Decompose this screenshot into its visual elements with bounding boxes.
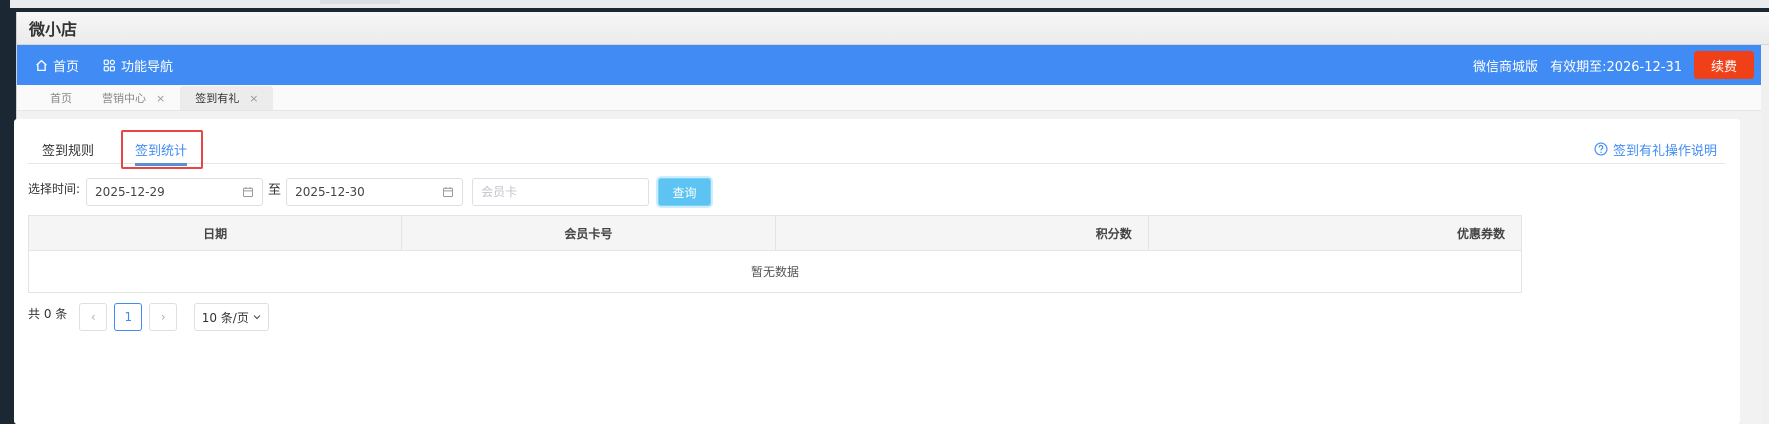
next-page-button[interactable]: › bbox=[149, 303, 178, 331]
scrollbar[interactable] bbox=[1761, 45, 1769, 424]
edition-label: 微信商城版 bbox=[1473, 59, 1539, 75]
pagination: 共 0 条 ‹ 1 › 10 条/页 bbox=[28, 303, 270, 331]
renew-button[interactable]: 续费 bbox=[1694, 51, 1754, 79]
query-button[interactable]: 查询 bbox=[658, 178, 712, 206]
chevron-down-icon bbox=[253, 315, 261, 320]
member-card-input[interactable] bbox=[472, 178, 650, 206]
page-tab-label: 首页 bbox=[50, 92, 72, 105]
tab-checkin-rules[interactable]: 签到规则 bbox=[42, 134, 94, 164]
column-header-card-number: 会员卡号 bbox=[402, 216, 776, 250]
nav-item-label: 首页 bbox=[53, 59, 80, 75]
sub-tabs: 签到规则 签到统计 签到有礼操作说明 bbox=[28, 130, 1725, 169]
start-date-value: 2025-12-29 bbox=[95, 185, 165, 199]
page-tab-marketing[interactable]: 营销中心 × bbox=[87, 86, 180, 110]
column-header-coupons: 优惠券数 bbox=[1456, 226, 1505, 241]
end-date-value: 2025-12-30 bbox=[295, 185, 365, 199]
home-icon bbox=[36, 59, 47, 71]
browser-tab-marker[interactable] bbox=[320, 0, 400, 4]
nav-item-function-nav[interactable]: 功能导航 bbox=[103, 56, 173, 75]
page-tabs: 首页 营销中心 × 签到有礼 × bbox=[17, 85, 1769, 111]
close-icon[interactable]: × bbox=[249, 92, 258, 105]
page-tab-label: 签到有礼 bbox=[195, 92, 240, 105]
content-panel: 签到规则 签到统计 签到有礼操作说明 选择时间: 2025-12-29 至 20… bbox=[14, 119, 1740, 424]
help-link[interactable]: 签到有礼操作说明 bbox=[1594, 134, 1717, 164]
page-size-value: 10 条/页 bbox=[201, 310, 249, 325]
to-label: 至 bbox=[268, 182, 282, 198]
column-header-points: 积分数 bbox=[776, 216, 1149, 250]
total-count: 共 0 条 bbox=[28, 306, 68, 321]
filter-bar: 选择时间: 2025-12-29 至 2025-12-30 查询 bbox=[28, 177, 712, 207]
page-number-button[interactable]: 1 bbox=[114, 303, 143, 331]
table-header: 日期 会员卡号 积分数 优惠券数 bbox=[29, 216, 1521, 251]
top-nav: 首页 功能导航 微信商城版 有效期至:2026-12-31 续费 bbox=[17, 45, 1769, 85]
page-tab-label: 营销中心 bbox=[102, 92, 146, 105]
prev-page-button[interactable]: ‹ bbox=[79, 303, 108, 331]
nav-item-label: 功能导航 bbox=[121, 59, 174, 75]
nav-item-home[interactable]: 首页 bbox=[35, 56, 79, 75]
page-tab-checkin[interactable]: 签到有礼 × bbox=[180, 86, 274, 110]
highlight-box bbox=[121, 130, 203, 169]
stats-table: 日期 会员卡号 积分数 优惠券数 暂无数据 bbox=[28, 215, 1522, 293]
time-label: 选择时间: bbox=[28, 181, 81, 196]
browser-top-strip bbox=[10, 0, 1769, 8]
close-icon[interactable]: × bbox=[156, 92, 165, 105]
question-circle-icon bbox=[1594, 142, 1608, 156]
calendar-icon bbox=[443, 187, 454, 197]
help-link-label: 签到有礼操作说明 bbox=[1612, 143, 1717, 159]
page-tab-home[interactable]: 首页 bbox=[35, 86, 87, 110]
title-bar: 微小店 bbox=[17, 12, 1769, 45]
end-date-input[interactable]: 2025-12-30 bbox=[286, 178, 464, 206]
expire-date: 有效期至:2026-12-31 bbox=[1550, 59, 1682, 75]
page-size-select[interactable]: 10 条/页 bbox=[194, 303, 270, 331]
grid-icon bbox=[103, 59, 115, 71]
start-date-input[interactable]: 2025-12-29 bbox=[86, 178, 264, 206]
calendar-icon bbox=[243, 187, 254, 197]
column-header-date: 日期 bbox=[29, 216, 403, 250]
empty-state: 暂无数据 bbox=[750, 265, 799, 279]
app-title: 微小店 bbox=[29, 20, 78, 39]
